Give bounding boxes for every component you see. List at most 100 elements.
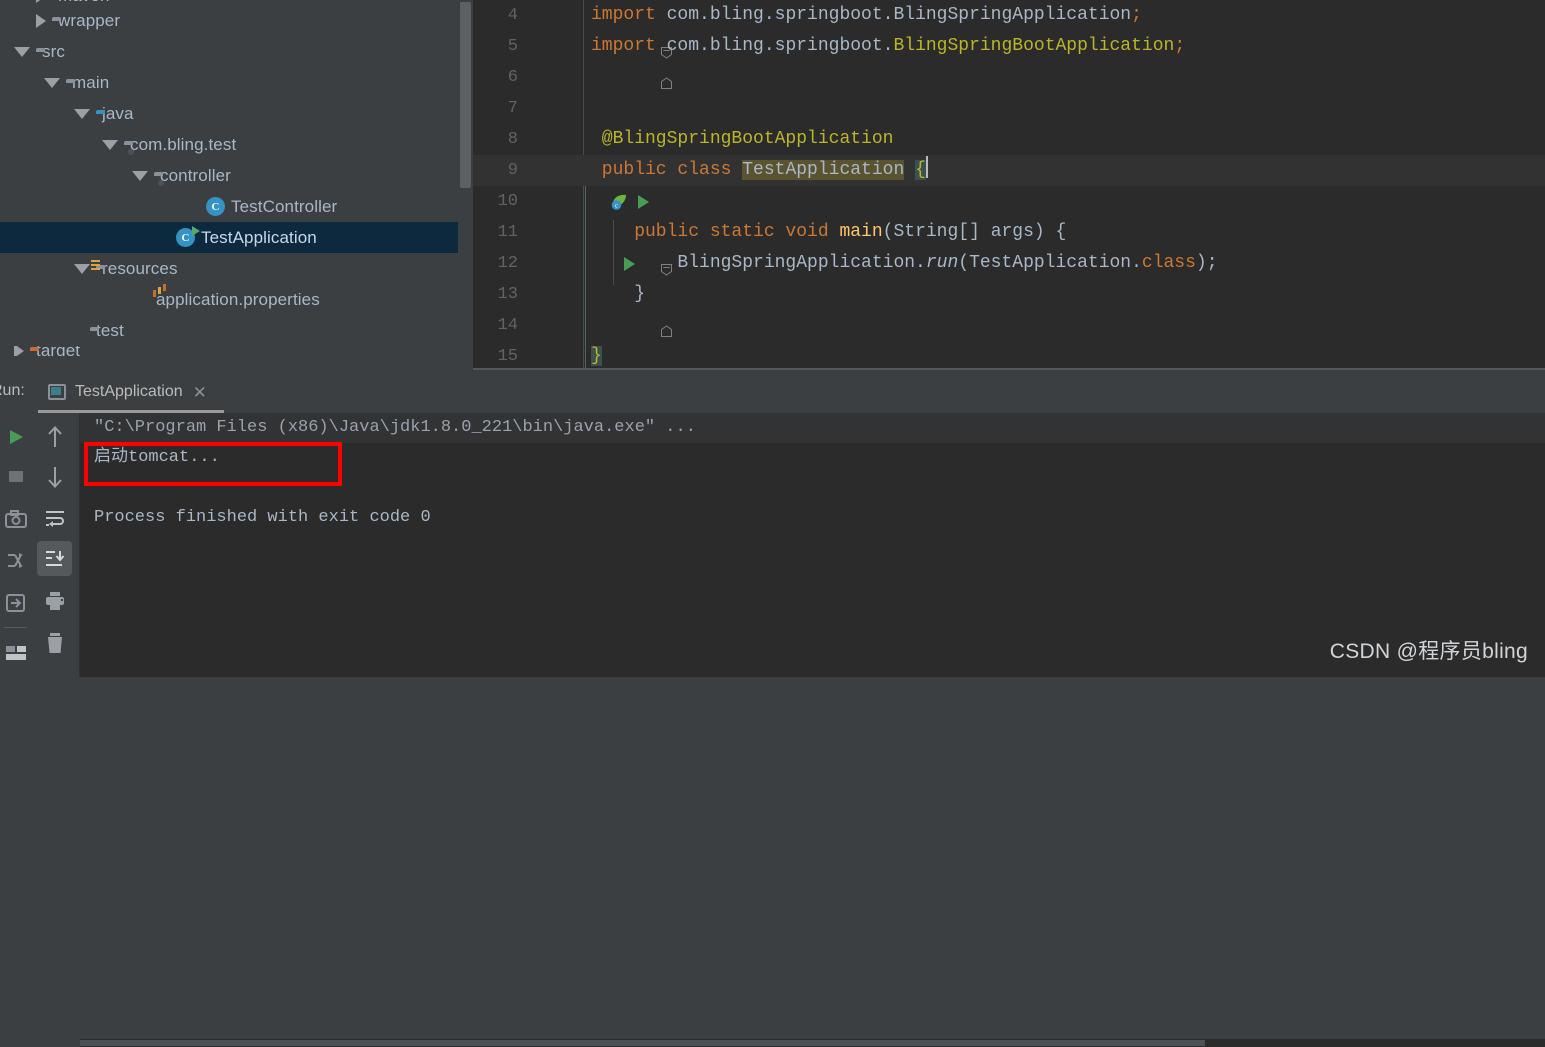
code-line[interactable]: 4 import com.bling.springboot.BlingSprin… xyxy=(473,0,1545,59)
tree-item-java[interactable]: java xyxy=(0,98,478,129)
code-token: import xyxy=(591,5,667,25)
line-number: 15 xyxy=(497,347,518,366)
layout-settings-button[interactable] xyxy=(0,637,31,668)
project-tool-window[interactable]: maven wrapper src main java com.bling.te… xyxy=(0,0,478,370)
line-number: 6 xyxy=(507,68,518,87)
code-line[interactable]: 8 @BlingSpringBootApplication xyxy=(473,124,1545,181)
code-token: BlingSpringApplication. xyxy=(591,253,926,273)
run-tool-window: Run: TestApplication ✕ xyxy=(0,370,1545,1047)
fold-end-icon[interactable] xyxy=(574,288,673,337)
code-line[interactable]: 6 xyxy=(473,62,1545,93)
code-line[interactable]: 15 } xyxy=(473,341,1545,370)
code-line[interactable]: 12 BlingSpringApplication.run(TestApplic… xyxy=(473,248,1545,279)
tree-item-src[interactable]: src xyxy=(0,36,478,67)
code-line[interactable]: 7 xyxy=(473,93,1545,124)
tree-item-label: TestApplication xyxy=(201,227,317,247)
tree-item-label: resources xyxy=(102,258,178,278)
code-line[interactable]: 14 xyxy=(473,310,1545,341)
chevron-right-icon[interactable] xyxy=(36,0,46,3)
run-method-gutter-icon[interactable] xyxy=(533,223,636,271)
tree-item-application-properties[interactable]: application.properties xyxy=(0,284,478,315)
code-token: } xyxy=(591,284,646,304)
chevron-down-icon[interactable] xyxy=(132,170,148,181)
run-tab-testapplication[interactable]: TestApplication ✕ xyxy=(38,374,217,410)
fold-minus-icon[interactable] xyxy=(574,226,673,276)
tree-item-label: test xyxy=(96,320,124,340)
down-the-stack-trace-button[interactable] xyxy=(39,461,70,492)
code-line[interactable]: 11 public static void main(String[] args… xyxy=(473,217,1545,276)
line-number: 10 xyxy=(497,192,518,211)
code-line[interactable]: 5 import com.bling.springboot.BlingSprin… xyxy=(473,31,1545,89)
code-text: @BlingSpringBootApplication xyxy=(591,124,894,155)
run-gutter-icon[interactable] xyxy=(547,161,650,209)
rerun-button[interactable] xyxy=(0,421,31,452)
tree-item-main[interactable]: main xyxy=(0,67,478,98)
line-number: 14 xyxy=(497,316,518,335)
run-configuration-icon xyxy=(48,384,66,400)
console-line-exit-status: Process finished with exit code 0 xyxy=(94,508,431,527)
code-editor[interactable]: 4 import com.bling.springboot.BlingSprin… xyxy=(473,0,1545,370)
tree-item-com-bling-test[interactable]: com.bling.test xyxy=(0,129,478,160)
console-line-output: 启动tomcat... xyxy=(94,448,220,467)
tree-item-resources[interactable]: resources xyxy=(0,253,478,284)
code-line[interactable]: 10 xyxy=(473,186,1545,217)
scroll-to-end-button[interactable] xyxy=(37,541,72,576)
toolbar-divider xyxy=(4,627,27,628)
code-token: ; xyxy=(1131,5,1142,25)
run-window-label: Run: xyxy=(0,382,25,399)
code-text: BlingSpringApplication.run(TestApplicati… xyxy=(591,248,1217,279)
code-token: @BlingSpringBootApplication xyxy=(591,129,894,149)
clear-all-button[interactable] xyxy=(39,627,70,658)
screenshot-button[interactable] xyxy=(0,503,31,534)
toggle-tasks-button[interactable] xyxy=(0,545,31,576)
console-scroll-thumb[interactable] xyxy=(80,1040,1205,1046)
stop-button[interactable] xyxy=(0,461,31,492)
line-number: 11 xyxy=(497,223,518,242)
code-token: com.bling.springboot. xyxy=(666,36,894,56)
tree-item-target[interactable]: target xyxy=(0,346,478,356)
tree-item-testcontroller[interactable]: C TestController xyxy=(0,191,478,222)
spring-bean-gutter-icon[interactable] xyxy=(523,130,627,181)
console-output[interactable]: "C:\Program Files (x86)\Java\jdk1.8.0_22… xyxy=(80,413,1545,677)
project-tree-scrollbar[interactable] xyxy=(460,2,471,188)
code-token: public class xyxy=(591,160,743,180)
tree-item-testapplication[interactable]: C TestApplication xyxy=(0,222,478,253)
chevron-right-icon[interactable] xyxy=(14,346,24,356)
up-the-stack-trace-button[interactable] xyxy=(39,421,70,452)
chevron-down-icon[interactable] xyxy=(102,139,118,150)
code-token: BlingSpringBootApplication xyxy=(893,36,1175,56)
tree-item-test[interactable]: test xyxy=(0,315,478,346)
java-class-icon: C xyxy=(206,197,225,216)
run-toolbar-primary xyxy=(0,413,31,677)
code-token: import xyxy=(591,36,667,56)
chevron-down-icon[interactable] xyxy=(14,46,30,57)
line-number: 8 xyxy=(507,130,518,149)
code-token: ; xyxy=(1174,36,1186,56)
watermark-text: CSDN @程序员bling xyxy=(1329,640,1528,663)
export-button[interactable] xyxy=(0,587,31,618)
fold-minus-icon[interactable] xyxy=(574,9,673,59)
code-line-active[interactable]: 9 c public class TestApplication { xyxy=(473,155,1545,210)
code-token: (String[] args) { xyxy=(882,222,1067,242)
code-token: com.bling.springboot.BlingSpringApplicat… xyxy=(666,5,1132,25)
chevron-down-icon[interactable] xyxy=(74,263,90,274)
chevron-right-icon[interactable] xyxy=(36,13,46,28)
run-toolbar-secondary xyxy=(31,413,80,677)
fold-end-icon[interactable] xyxy=(574,40,673,89)
soft-wrap-button[interactable] xyxy=(39,503,70,534)
code-text: } xyxy=(591,341,602,370)
code-text: public static void main(String[] args) { xyxy=(591,217,1066,248)
chevron-down-icon[interactable] xyxy=(74,108,90,119)
code-line[interactable]: 13 } xyxy=(473,279,1545,337)
print-button[interactable] xyxy=(39,585,70,616)
java-class-runnable-icon: C xyxy=(176,228,195,247)
chevron-down-icon[interactable] xyxy=(44,77,60,88)
console-horizontal-scrollbar[interactable] xyxy=(80,1039,1545,1047)
spring-bean-class-gutter-icon[interactable]: c xyxy=(523,161,627,210)
tree-item-controller[interactable]: controller xyxy=(0,160,478,191)
close-icon[interactable]: ✕ xyxy=(193,384,207,401)
line-number: 9 xyxy=(507,161,518,180)
tree-item-label: src xyxy=(42,41,65,61)
tree-item-wrapper[interactable]: wrapper xyxy=(0,5,478,36)
